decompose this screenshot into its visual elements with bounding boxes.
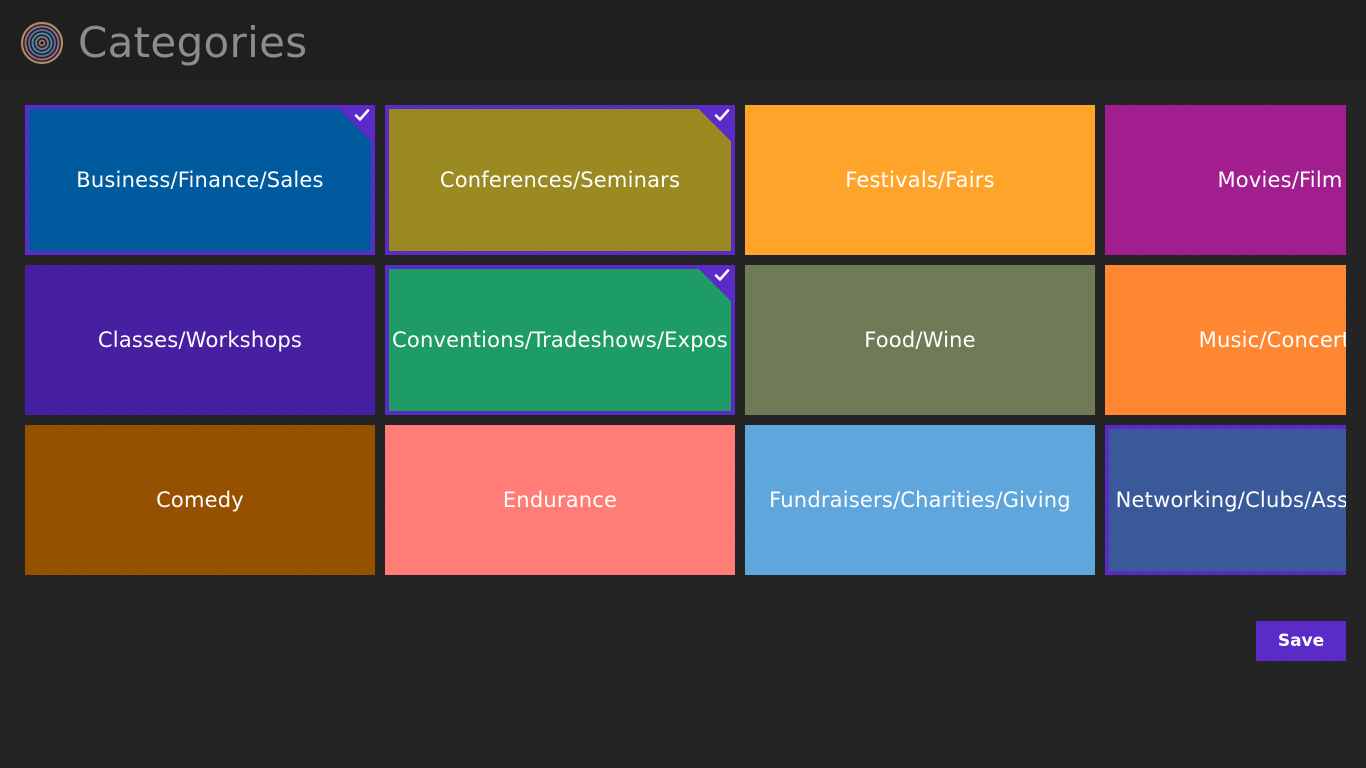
checkmark-icon: [714, 269, 730, 281]
category-tile[interactable]: Fundraisers/Charities/Giving: [745, 425, 1095, 575]
category-label: Conferences/Seminars: [439, 168, 681, 192]
category-tile[interactable]: Classes/Workshops: [25, 265, 375, 415]
app-header: Categories: [0, 0, 1366, 80]
category-tile[interactable]: Conventions/Tradeshows/Expos: [385, 265, 735, 415]
category-tile[interactable]: Endurance: [385, 425, 735, 575]
category-label: Endurance: [502, 488, 618, 512]
concentric-rings-logo-icon: [20, 21, 64, 65]
category-tile[interactable]: Festivals/Fairs: [745, 105, 1095, 255]
category-label: Festivals/Fairs: [845, 168, 995, 192]
selected-corner: [695, 105, 735, 145]
save-button[interactable]: Save: [1256, 621, 1346, 661]
selected-corner: [335, 105, 375, 145]
category-tile[interactable]: Comedy: [25, 425, 375, 575]
category-tile[interactable]: Food/Wine: [745, 265, 1095, 415]
category-tile[interactable]: Conferences/Seminars: [385, 105, 735, 255]
category-label: Fundraisers/Charities/Giving: [769, 488, 1071, 512]
category-label: Networking/Clubs/Associations: [1115, 488, 1346, 512]
category-label: Comedy: [156, 488, 244, 512]
category-label: Business/Finance/Sales: [76, 168, 324, 192]
category-tile[interactable]: Networking/Clubs/Associations: [1105, 425, 1346, 575]
checkmark-icon: [354, 109, 370, 121]
checkmark-icon: [714, 109, 730, 121]
category-tile[interactable]: Movies/Film: [1105, 105, 1346, 255]
category-label: Music/Concerts: [1198, 328, 1346, 352]
category-label: Movies/Film: [1217, 168, 1343, 192]
page-title: Categories: [78, 18, 308, 67]
category-label: Conventions/Tradeshows/Expos: [392, 328, 728, 352]
category-label: Classes/Workshops: [97, 328, 303, 352]
category-label: Food/Wine: [864, 328, 976, 352]
category-tile[interactable]: Business/Finance/Sales: [25, 105, 375, 255]
category-tile[interactable]: Music/Concerts: [1105, 265, 1346, 415]
selected-corner: [695, 265, 735, 305]
category-grid[interactable]: Business/Finance/Sales Classes/Workshops…: [0, 80, 1346, 600]
